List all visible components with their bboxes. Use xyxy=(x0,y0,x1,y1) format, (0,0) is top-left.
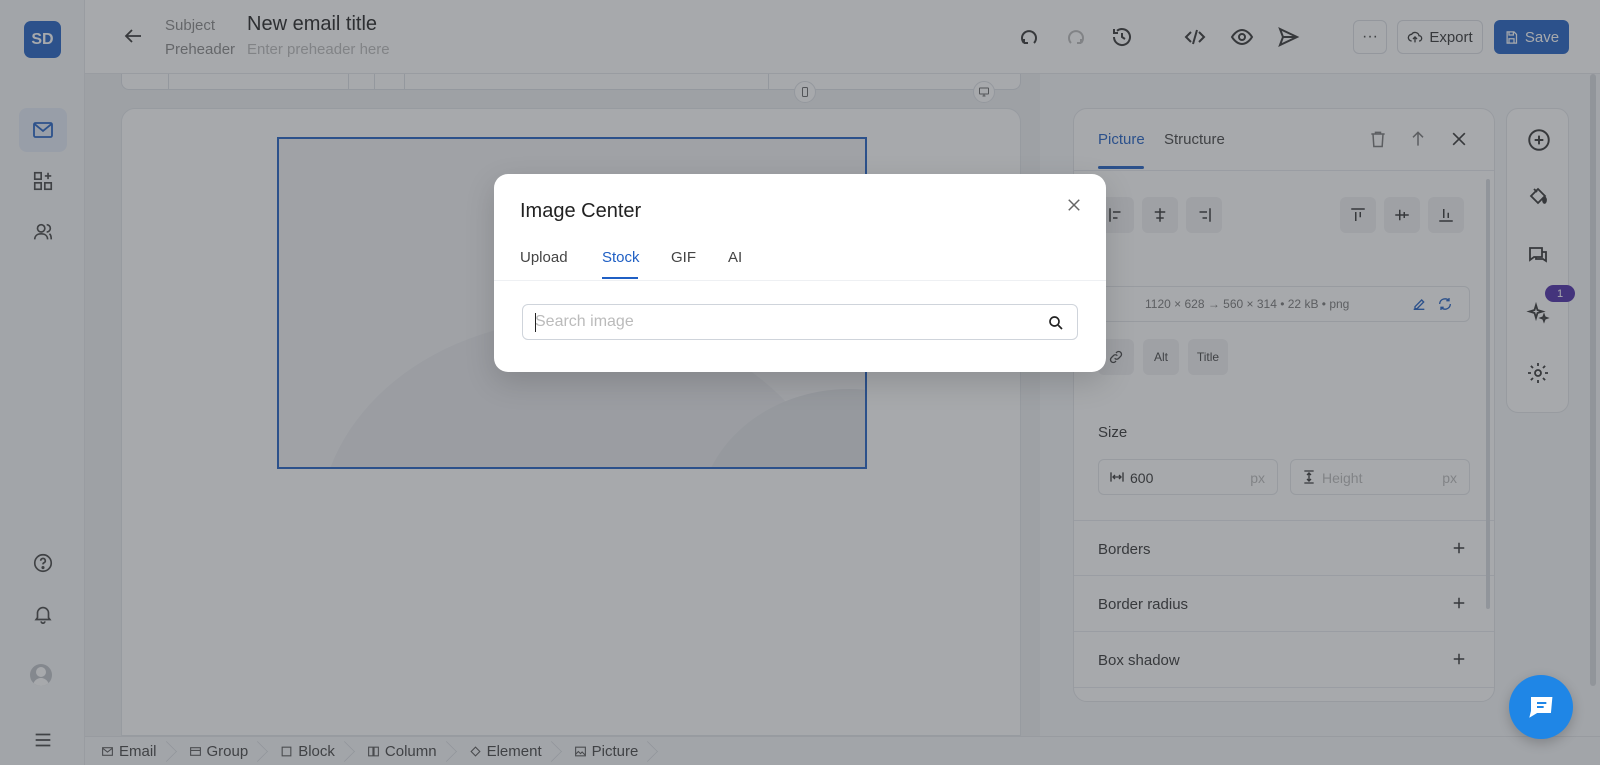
search-icon[interactable] xyxy=(1047,314,1065,332)
tabs-divider xyxy=(494,280,1106,281)
chat-icon xyxy=(1525,691,1557,723)
modal-backdrop[interactable] xyxy=(0,0,1600,765)
modal-title: Image Center xyxy=(520,200,642,222)
tab-ai[interactable]: AI xyxy=(728,249,742,266)
tab-gif[interactable]: GIF xyxy=(671,249,696,266)
image-search-box xyxy=(522,304,1078,340)
image-center-modal: Image Center Upload Stock GIF AI xyxy=(494,174,1106,372)
text-cursor xyxy=(535,313,536,332)
close-icon xyxy=(1065,196,1083,214)
modal-close-button[interactable] xyxy=(1065,196,1083,214)
tab-stock[interactable]: Stock xyxy=(602,249,640,266)
active-tab-indicator xyxy=(602,277,638,279)
tab-upload[interactable]: Upload xyxy=(520,249,568,266)
image-search-input[interactable] xyxy=(535,305,1025,339)
support-chat-button[interactable] xyxy=(1509,675,1573,739)
